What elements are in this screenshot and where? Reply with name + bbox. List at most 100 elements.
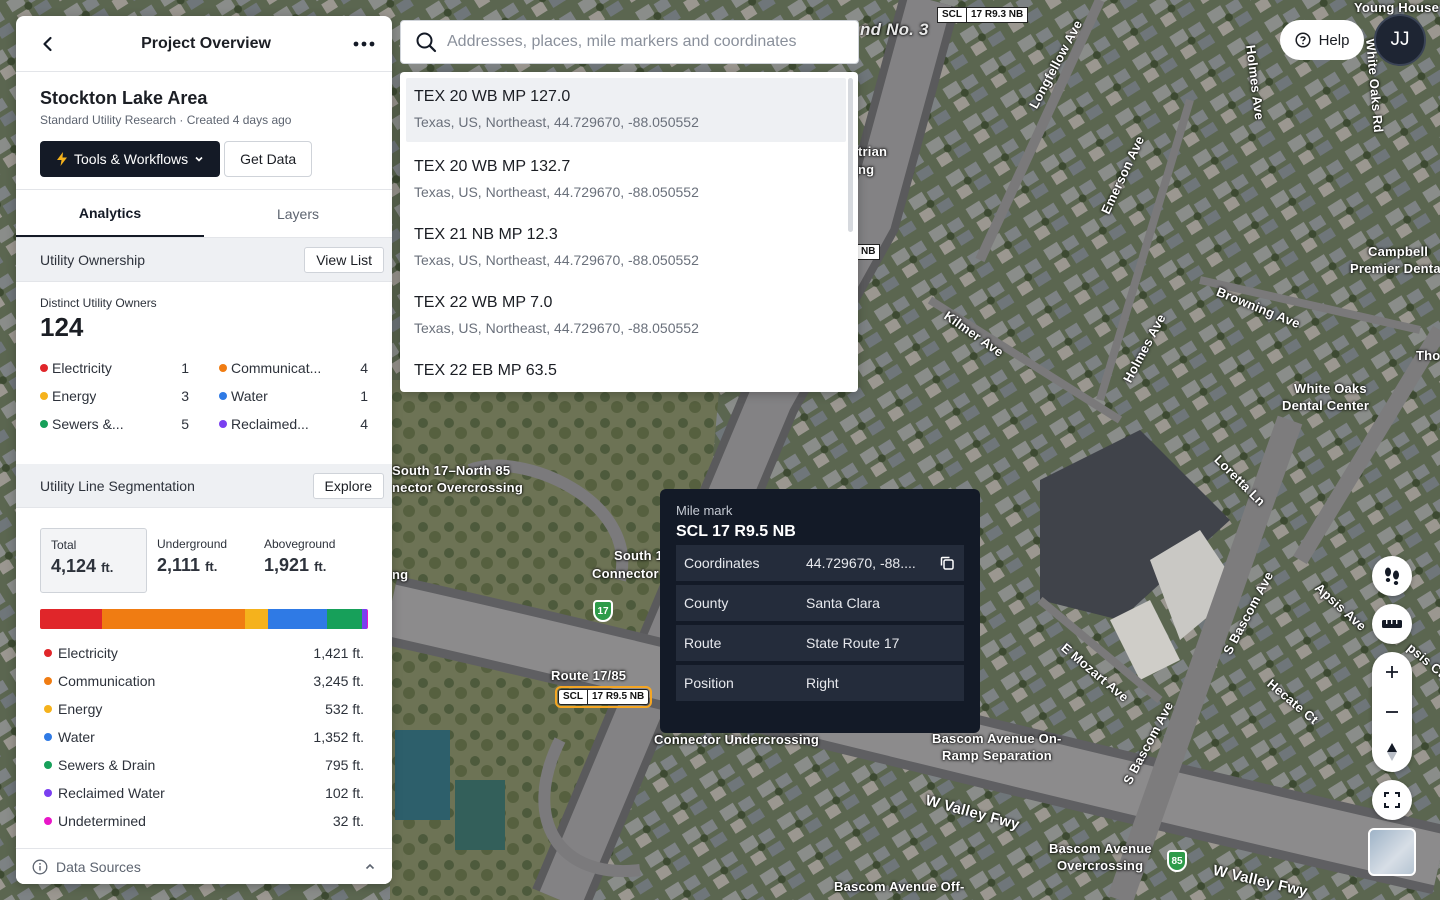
ruler-icon bbox=[1382, 620, 1402, 628]
search-result-item[interactable]: TEX 20 WB MP 127.0 Texas, US, Northeast, … bbox=[406, 78, 846, 142]
segmentation-value: 3,245 ft. bbox=[313, 673, 364, 689]
search-result-subtitle: Texas, US, Northeast, 44.729670, -88.050… bbox=[414, 184, 699, 200]
project-meta: Standard Utility Research · Created 4 da… bbox=[40, 113, 292, 127]
popup-row-value: Right bbox=[806, 675, 839, 691]
owner-label-wrap: Energy bbox=[40, 388, 96, 404]
total-unit: ft. bbox=[205, 559, 218, 574]
total-card-aboveground[interactable]: Aboveground 1,921 ft. bbox=[254, 528, 361, 593]
zoom-controls bbox=[1372, 652, 1412, 772]
total-label: Underground bbox=[157, 537, 228, 551]
search-result-item[interactable]: TEX 21 NB MP 12.3 Texas, US, Northeast, 4… bbox=[400, 210, 846, 278]
utility-color-dot bbox=[219, 392, 227, 400]
fullscreen-icon bbox=[1384, 792, 1400, 808]
mile-marker-chip[interactable]: SCL 17 R9.3 NB bbox=[937, 7, 1029, 23]
user-avatar[interactable]: JJ bbox=[1374, 14, 1426, 66]
search-icon bbox=[416, 32, 437, 53]
walk-mode-button[interactable] bbox=[1372, 556, 1412, 596]
search-input[interactable] bbox=[447, 33, 844, 51]
chevron-down-icon bbox=[195, 156, 203, 162]
popup-title: SCL 17 R9.5 NB bbox=[676, 523, 796, 540]
bar-segment bbox=[40, 609, 103, 629]
mile-marker-chip[interactable]: NB bbox=[856, 244, 881, 260]
zoom-in-button[interactable] bbox=[1372, 652, 1412, 692]
tab-layers[interactable]: Layers bbox=[204, 190, 392, 237]
segmentation-list: Electricity 1,421 ft. Communication 3,245 f… bbox=[40, 639, 368, 835]
utility-color-dot bbox=[44, 789, 52, 797]
help-button[interactable]: Help bbox=[1280, 20, 1364, 60]
segmentation-label: Reclaimed Water bbox=[58, 785, 165, 801]
segmentation-label: Undetermined bbox=[58, 813, 146, 829]
utility-color-dot bbox=[219, 420, 227, 428]
utility-color-dot bbox=[40, 364, 48, 372]
popup-row-coordinates: Coordinates 44.729670, -88.... bbox=[676, 545, 964, 581]
popup-row-route: Route State Route 17 bbox=[676, 625, 964, 661]
owner-label-wrap: Reclaimed... bbox=[219, 416, 309, 432]
more-options-button[interactable] bbox=[352, 32, 376, 56]
owner-label-wrap: Sewers &... bbox=[40, 416, 124, 432]
search-result-item[interactable]: TEX 20 WB MP 132.7 Texas, US, Northeast, … bbox=[400, 142, 846, 210]
get-data-button[interactable]: Get Data bbox=[224, 141, 313, 177]
dropdown-scrollbar[interactable] bbox=[848, 78, 853, 232]
fullscreen-button[interactable] bbox=[1372, 780, 1412, 820]
map-label: nector Overcrossing bbox=[392, 480, 523, 495]
segmentation-stacked-bar bbox=[40, 609, 368, 629]
route-17-shield-icon: 17 bbox=[593, 600, 613, 622]
help-circle-icon bbox=[1295, 32, 1311, 48]
map-label: Bascom Avenue On- bbox=[932, 731, 1062, 746]
reset-north-button[interactable] bbox=[1372, 732, 1412, 772]
basemap-switcher[interactable] bbox=[1368, 828, 1416, 876]
view-list-button[interactable]: View List bbox=[304, 246, 384, 273]
total-value: 1,921 ft. bbox=[264, 555, 351, 576]
panel-tabs: Analytics Layers bbox=[16, 190, 392, 238]
chip-county: SCL bbox=[563, 691, 583, 702]
owner-count: 4 bbox=[360, 360, 368, 376]
distinct-owners-count: 124 bbox=[40, 312, 84, 342]
segmentation-row: Communication 3,245 ft. bbox=[40, 667, 368, 695]
owner-label: Communicat... bbox=[231, 360, 322, 376]
search-result-item[interactable]: TEX 22 WB MP 7.0 Texas, US, Northeast, 44… bbox=[400, 278, 846, 346]
route-85-shield-icon: 85 bbox=[1167, 850, 1187, 872]
tab-analytics[interactable]: Analytics bbox=[16, 190, 204, 237]
search-bar bbox=[400, 20, 859, 64]
popup-row-key: County bbox=[684, 595, 729, 611]
search-result-subtitle: Texas, US, Northeast, 44.729670, -88.050… bbox=[414, 114, 699, 130]
chip-mile: 17 R9.3 NB bbox=[966, 8, 1027, 22]
minus-icon bbox=[1386, 711, 1398, 713]
tools-workflows-label: Tools & Workflows bbox=[74, 151, 189, 167]
panel-title: Project Overview bbox=[141, 34, 271, 52]
copy-icon[interactable] bbox=[938, 554, 956, 572]
back-button[interactable] bbox=[36, 32, 60, 56]
explore-button[interactable]: Explore bbox=[312, 472, 384, 499]
search-result-item[interactable]: TEX 22 EB MP 63.5 bbox=[400, 346, 846, 392]
plus-icon bbox=[1386, 666, 1398, 678]
utility-color-dot bbox=[44, 761, 52, 769]
segmentation-row: Undetermined 32 ft. bbox=[40, 807, 368, 835]
owner-row: Reclaimed... 4 bbox=[219, 415, 368, 433]
utility-color-dot bbox=[44, 677, 52, 685]
data-sources-label: Data Sources bbox=[56, 858, 141, 875]
zoom-out-button[interactable] bbox=[1372, 692, 1412, 732]
data-sources-footer[interactable]: Data Sources bbox=[16, 848, 392, 884]
map-label: ng bbox=[392, 567, 409, 582]
selected-mile-marker-chip[interactable]: SCL 17 R9.5 NB bbox=[554, 686, 653, 708]
popup-row-key: Route bbox=[684, 635, 722, 651]
utility-ownership-header: Utility Ownership View List bbox=[16, 238, 392, 282]
total-number: 1,921 bbox=[264, 555, 310, 575]
map-label: trian bbox=[858, 144, 888, 159]
total-card-underground[interactable]: Underground 2,111 ft. bbox=[147, 528, 254, 593]
bar-segment bbox=[102, 609, 245, 629]
total-value: 4,124 ft. bbox=[51, 556, 136, 577]
total-card-total[interactable]: Total 4,124 ft. bbox=[40, 528, 147, 593]
owner-label: Reclaimed... bbox=[231, 416, 309, 432]
utility-color-dot bbox=[44, 817, 52, 825]
lightning-icon bbox=[57, 152, 67, 166]
search-result-title: TEX 20 WB MP 127.0 bbox=[414, 88, 571, 105]
measure-button[interactable] bbox=[1372, 604, 1412, 644]
map-label: Dental Center bbox=[1282, 398, 1370, 413]
map-label: Premier Denta bbox=[1350, 261, 1440, 276]
tools-workflows-button[interactable]: Tools & Workflows bbox=[40, 141, 221, 177]
map-label: Connector Undercrossing bbox=[654, 732, 819, 747]
map-label: White Oaks bbox=[1294, 381, 1367, 396]
segmentation-label-wrap: Undetermined bbox=[44, 813, 146, 829]
segmentation-label: Electricity bbox=[58, 645, 118, 661]
